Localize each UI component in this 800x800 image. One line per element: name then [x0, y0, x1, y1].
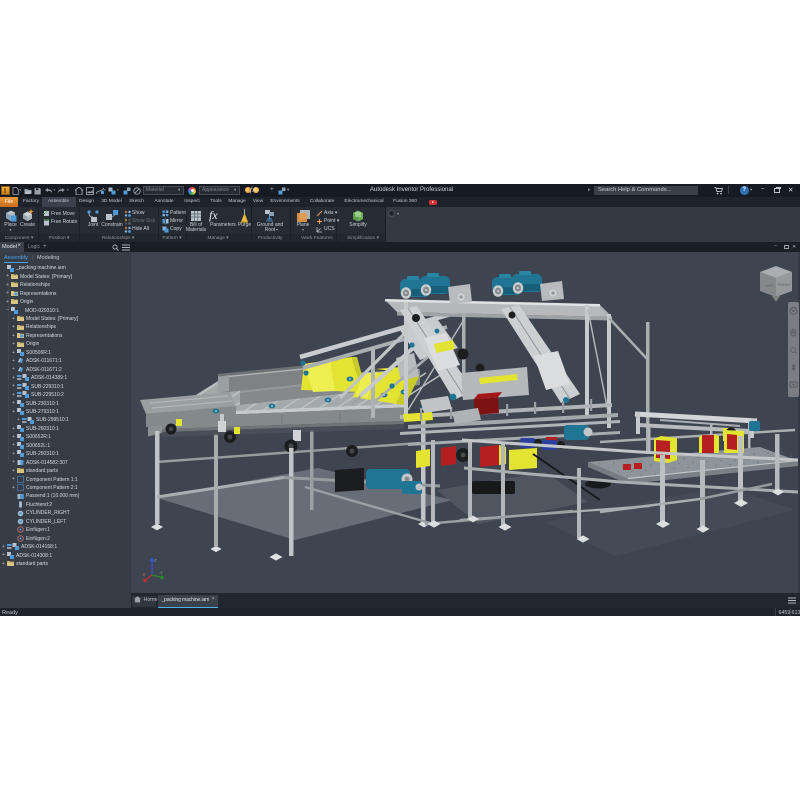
- svg-text:LEFT: LEFT: [765, 284, 775, 288]
- svg-text:FRONT: FRONT: [778, 283, 791, 287]
- svg-text:Y: Y: [160, 571, 163, 576]
- svg-text:Z: Z: [154, 558, 157, 563]
- svg-text:X: X: [143, 572, 146, 577]
